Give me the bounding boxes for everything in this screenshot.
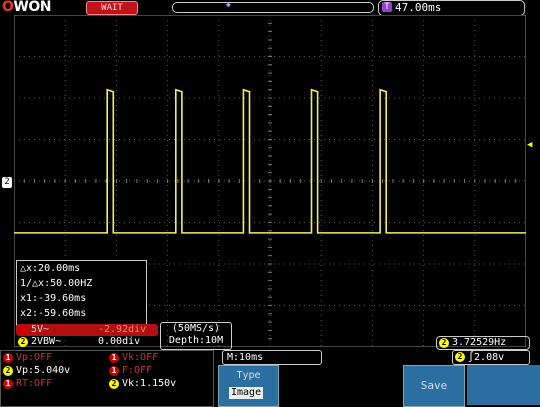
acquire-info: (50MS/s) Depth:10M <box>160 322 232 350</box>
meas-vk-ch1-value: Vk:OFF <box>122 352 159 363</box>
meas-f-ch1: 1 F:OFF <box>107 365 152 377</box>
cursor-frequency: 1/△x:50.00HZ <box>20 278 93 289</box>
save-button[interactable]: Save <box>403 365 465 407</box>
sample-rate: (50MS/s) <box>171 323 221 334</box>
run-status-badge: WAIT <box>86 1 138 15</box>
measurement-panel: 1 Vp:OFF 2 Vp:5.040v 1 RT:OFF 1 Vk:OFF 1 F:OF… <box>0 350 214 407</box>
empty-menu-slot <box>281 365 399 405</box>
freq-channel-icon: 2 <box>439 338 449 348</box>
trigger-level-value: 2.08v <box>474 352 505 363</box>
type-value: Image <box>229 387 264 399</box>
meas-f-value: F:OFF <box>122 365 153 376</box>
ch1-badge-icon: 1 <box>3 353 13 363</box>
frequency-counter: 2 3.72529Hz <box>436 336 530 350</box>
ch2-badge-icon: 2 <box>109 379 119 389</box>
meas-vk-ch1: 1 Vk:OFF <box>107 352 158 364</box>
ch2-icon: 2 <box>18 337 28 347</box>
ch1-badge-icon: 1 <box>109 353 119 363</box>
type-label: Type <box>236 370 261 381</box>
record-depth: Depth:10M <box>168 335 224 346</box>
trigger-time-icon: T <box>382 2 392 12</box>
ch1-badge-icon: 1 <box>3 379 13 389</box>
meas-vp-ch1: 1 Vp:OFF <box>1 352 52 364</box>
ch1-scale: 5V~ <box>31 324 50 335</box>
trigger-level-marker-icon: ◀ <box>527 140 533 150</box>
trigger-info: 2 ∫2.08v <box>452 350 530 365</box>
meas-rt-ch1: 1 RT:OFF <box>1 378 52 390</box>
ch1-offset: -2.92div <box>98 324 147 335</box>
ch1-icon <box>18 325 28 335</box>
meas-vp-ch2-value: Vp:5.040v <box>16 365 71 376</box>
meas-rt-value: RT:OFF <box>16 378 53 389</box>
trigger-position-marker-icon: ◆ <box>226 0 231 9</box>
brand-o: O <box>2 0 14 15</box>
trigger-channel-icon: 2 <box>455 352 465 362</box>
cursor-delta: △x:20.00ms <box>20 263 81 274</box>
ch2-badge-icon: 2 <box>3 366 13 376</box>
ch2-status: 2 2VBW~ 0.00div <box>16 336 158 348</box>
meas-vk-ch2-value: Vk:1.150v <box>122 378 177 389</box>
cursor-readout: △x:20.00ms 1/△x:50.00HZ x1:-39.60ms x2:-… <box>16 260 147 326</box>
timebase: M:10ms <box>222 350 322 365</box>
ch1-status: 5V~ -2.92div <box>16 324 158 336</box>
meas-vk-ch2: 2 Vk:1.150v <box>107 378 176 390</box>
cursor-x1: x1:-39.60ms <box>20 293 87 304</box>
horizontal-offset-value: 47.00ms <box>395 1 442 14</box>
horizontal-offset: T 47.00ms <box>378 0 525 16</box>
trigger-position-bar <box>172 2 374 13</box>
ch2-ground-marker: 2 <box>2 177 12 188</box>
brand-logo: OWON <box>2 0 51 15</box>
menu-panel-right[interactable] <box>467 365 540 405</box>
frequency-value: 3.72529Hz <box>452 337 507 348</box>
ch2-offset: 0.00div <box>98 336 141 347</box>
ch1-badge-icon: 1 <box>109 366 119 376</box>
meas-vp-ch2: 2 Vp:5.040v <box>1 365 70 377</box>
meas-vp-ch1-value: Vp:OFF <box>16 352 53 363</box>
type-menu-button[interactable]: Type Image <box>218 365 279 407</box>
cursor-x2: x2:-59.60ms <box>20 308 87 319</box>
brand-text: WON <box>13 0 51 15</box>
ch2-scale: 2VBW~ <box>31 336 62 347</box>
